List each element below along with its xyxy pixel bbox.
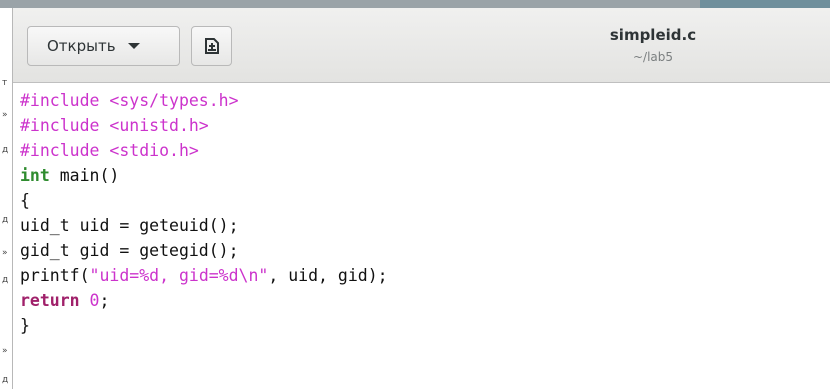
- title-block: simpleid.c ~/lab5: [533, 26, 773, 65]
- code-token: 0: [89, 291, 100, 310]
- code-token: #include <sys/types.h>: [20, 91, 239, 110]
- code-line[interactable]: uid_t uid = geteuid();: [20, 213, 388, 238]
- open-button[interactable]: Открыть: [27, 26, 180, 66]
- code-token: }: [20, 316, 30, 335]
- code-line[interactable]: #include <unistd.h>: [20, 113, 388, 138]
- code-token: printf(: [20, 266, 90, 285]
- save-button[interactable]: [191, 26, 232, 66]
- chevron-down-icon: [127, 43, 140, 49]
- code-line[interactable]: return 0;: [20, 288, 388, 313]
- code-token: gid_t gid = getegid();: [20, 241, 239, 260]
- code-line[interactable]: {: [20, 188, 388, 213]
- code-token: "uid=%d, gid=%d\n": [89, 266, 269, 285]
- window-title: simpleid.c: [609, 26, 697, 44]
- code-token: #include <stdio.h>: [20, 141, 199, 160]
- code-line[interactable]: printf("uid=%d, gid=%d\n", uid, gid);: [20, 263, 388, 288]
- code-token: uid_t uid = geteuid();: [20, 216, 239, 235]
- code-token: , uid, gid);: [268, 266, 388, 285]
- code-line[interactable]: gid_t gid = getegid();: [20, 238, 388, 263]
- text-editor-window: Открыть simpleid.c ~/lab5 #include <sys/…: [12, 8, 830, 389]
- code-token: ;: [99, 291, 110, 310]
- code-editor[interactable]: #include <sys/types.h> #include <unistd.h…: [13, 83, 830, 389]
- code-line[interactable]: }: [20, 313, 388, 338]
- open-button-label: Открыть: [47, 37, 116, 55]
- code-token: main(): [49, 166, 120, 185]
- code-text[interactable]: #include <sys/types.h> #include <unistd.h…: [20, 88, 388, 338]
- background-window-accent: [700, 0, 830, 8]
- code-line[interactable]: int main(): [20, 163, 388, 188]
- code-line[interactable]: #include <stdio.h>: [20, 138, 388, 163]
- code-token: return: [20, 291, 80, 310]
- code-token: {: [20, 191, 30, 210]
- background-window-edge: т » д д » д » д: [0, 70, 12, 389]
- window-subtitle: ~/lab5: [632, 50, 674, 64]
- header-bar: Открыть simpleid.c ~/lab5: [13, 8, 830, 83]
- code-line[interactable]: #include <sys/types.h>: [20, 88, 388, 113]
- save-document-icon: [204, 38, 219, 54]
- background-window-strip: [0, 0, 830, 8]
- code-token: int: [20, 166, 50, 185]
- code-token: #include <unistd.h>: [20, 116, 209, 135]
